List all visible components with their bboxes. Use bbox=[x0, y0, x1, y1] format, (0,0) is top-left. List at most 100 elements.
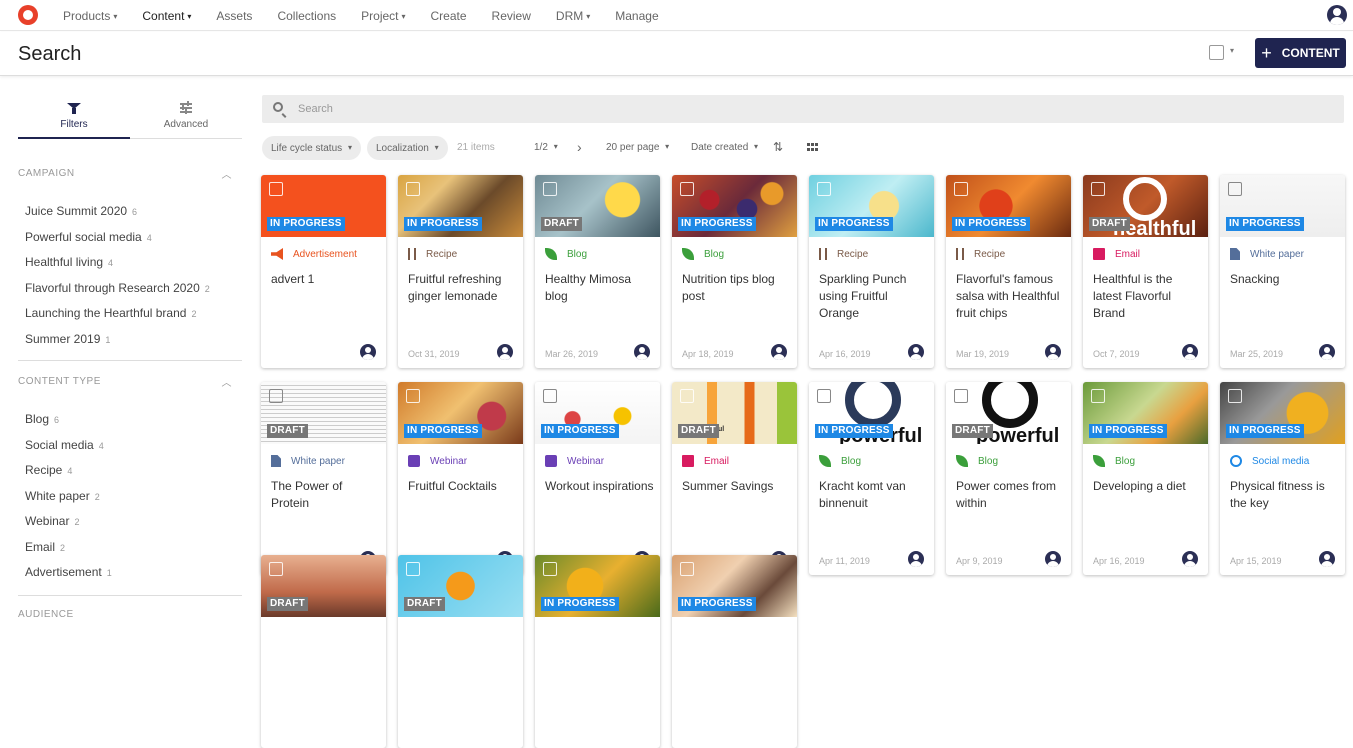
card-select-checkbox[interactable] bbox=[269, 389, 283, 403]
owner-avatar-icon[interactable] bbox=[1182, 551, 1198, 567]
filter-type-social-media[interactable]: Social media 4 bbox=[18, 433, 242, 459]
card-select-checkbox[interactable] bbox=[1091, 389, 1105, 403]
filter-type-email[interactable]: Email 2 bbox=[18, 535, 242, 561]
nav-content[interactable]: Content ▾ bbox=[142, 9, 191, 23]
content-card[interactable]: DRAFT bbox=[398, 555, 523, 748]
card-title[interactable]: Physical fitness is the key bbox=[1230, 478, 1340, 512]
content-card[interactable]: IN PROGRESSWebinarFruitful CocktailsMar … bbox=[398, 382, 523, 575]
owner-avatar-icon[interactable] bbox=[1045, 344, 1061, 360]
sort-direction-icon[interactable]: ⇅ bbox=[773, 140, 783, 154]
audience-heading[interactable]: AUDIENCE bbox=[18, 609, 242, 623]
select-options-caret-icon[interactable]: ▾ bbox=[1230, 46, 1234, 55]
select-all-checkbox[interactable] bbox=[1209, 45, 1224, 60]
search-input[interactable]: Search bbox=[298, 103, 333, 115]
card-thumbnail[interactable]: IN PROGRESS bbox=[946, 175, 1071, 237]
nav-manage[interactable]: Manage bbox=[615, 9, 658, 23]
filter-campaign-powerful-social[interactable]: Powerful social media 4 bbox=[18, 225, 242, 251]
card-title[interactable]: Healthful is the latest Flavorful Brand bbox=[1093, 271, 1203, 322]
card-thumbnail[interactable]: IN PROGRESS bbox=[535, 382, 660, 444]
card-select-checkbox[interactable] bbox=[543, 182, 557, 196]
card-thumbnail[interactable]: IN PROGRESS bbox=[672, 175, 797, 237]
card-select-checkbox[interactable] bbox=[817, 389, 831, 403]
filter-campaign-juice-summit[interactable]: Juice Summit 2020 6 bbox=[18, 199, 242, 225]
card-title[interactable]: Nutrition tips blog post bbox=[682, 271, 792, 305]
card-thumbnail[interactable]: IN PROGRESS bbox=[1083, 382, 1208, 444]
filter-type-advertisement[interactable]: Advertisement 1 bbox=[18, 560, 242, 586]
card-title[interactable]: Fruitful Cocktails bbox=[408, 478, 518, 495]
card-thumbnail[interactable]: IN PROGRESS bbox=[535, 555, 660, 617]
card-select-checkbox[interactable] bbox=[543, 562, 557, 576]
sort-selector[interactable]: Date created ▾ bbox=[691, 142, 758, 153]
content-card[interactable]: healthful DRAFT Email Healthful is the late… bbox=[1083, 175, 1208, 368]
content-card[interactable]: IN PROGRESS bbox=[535, 555, 660, 748]
filter-campaign-healthful-living[interactable]: Healthful living 4 bbox=[18, 250, 242, 276]
card-title[interactable]: Flavorful's famous salsa with Healthful … bbox=[956, 271, 1066, 322]
owner-avatar-icon[interactable] bbox=[634, 344, 650, 360]
nav-review[interactable]: Review bbox=[492, 9, 531, 23]
card-thumbnail[interactable]: IN PROGRESS bbox=[398, 382, 523, 444]
card-title[interactable]: Kracht komt van binnenuit bbox=[819, 478, 929, 512]
content-card[interactable]: DRAFT bbox=[261, 555, 386, 748]
card-title[interactable]: Power comes from within bbox=[956, 478, 1066, 512]
card-select-checkbox[interactable] bbox=[954, 182, 968, 196]
per-page-selector[interactable]: 20 per page ▾ bbox=[606, 142, 669, 153]
content-card[interactable]: IN PROGRESSWebinarWorkout inspirationsAp… bbox=[535, 382, 660, 575]
card-thumbnail[interactable]: IN PROGRESS bbox=[809, 175, 934, 237]
card-select-checkbox[interactable] bbox=[269, 562, 283, 576]
card-thumbnail[interactable]: IN PROGRESS bbox=[1220, 175, 1345, 237]
content-card[interactable]: DRAFT Blog Healthy Mimosa blog Mar 26, 2019 bbox=[535, 175, 660, 368]
content-card[interactable]: DRAFTWhite paperThe Power of ProteinMar … bbox=[261, 382, 386, 575]
card-select-checkbox[interactable] bbox=[269, 182, 283, 196]
nav-create[interactable]: Create bbox=[431, 9, 467, 23]
card-select-checkbox[interactable] bbox=[406, 562, 420, 576]
content-card[interactable]: IN PROGRESS Recipe Flavorful's famous sals… bbox=[946, 175, 1071, 368]
nav-project[interactable]: Project ▾ bbox=[361, 9, 405, 23]
card-select-checkbox[interactable] bbox=[680, 562, 694, 576]
card-title[interactable]: Summer Savings bbox=[682, 478, 792, 495]
tab-filters[interactable]: Filters bbox=[18, 97, 130, 139]
nav-products[interactable]: Products ▾ bbox=[63, 9, 117, 23]
filter-campaign-hearthful-brand[interactable]: Launching the Hearthful brand 2 bbox=[18, 301, 242, 327]
owner-avatar-icon[interactable] bbox=[360, 344, 376, 360]
card-select-checkbox[interactable] bbox=[1228, 389, 1242, 403]
lifecycle-status-filter[interactable]: Life cycle status ▾ bbox=[262, 136, 361, 160]
owner-avatar-icon[interactable] bbox=[1045, 551, 1061, 567]
card-title[interactable]: Fruitful refreshing ginger lemonade bbox=[408, 271, 518, 305]
card-thumbnail[interactable]: IN PROGRESS bbox=[672, 555, 797, 617]
card-title[interactable]: Developing a diet bbox=[1093, 478, 1203, 495]
owner-avatar-icon[interactable] bbox=[1319, 344, 1335, 360]
content-type-heading[interactable]: CONTENT TYPE ︿ bbox=[18, 376, 242, 390]
content-card[interactable]: powerfulIN PROGRESS Blog Kracht komt van b… bbox=[809, 382, 934, 575]
nav-collections[interactable]: Collections bbox=[277, 9, 336, 23]
card-title[interactable]: advert 1 bbox=[271, 271, 381, 288]
card-title[interactable]: The Power of Protein bbox=[271, 478, 381, 512]
filter-campaign-summer-2019[interactable]: Summer 2019 1 bbox=[18, 327, 242, 353]
owner-avatar-icon[interactable] bbox=[771, 344, 787, 360]
card-select-checkbox[interactable] bbox=[1091, 182, 1105, 196]
card-thumbnail[interactable]: DRAFT bbox=[261, 555, 386, 617]
card-thumbnail[interactable]: IN PROGRESS bbox=[261, 175, 386, 237]
grid-view-icon[interactable] bbox=[807, 143, 818, 152]
owner-avatar-icon[interactable] bbox=[1182, 344, 1198, 360]
add-content-button[interactable]: + CONTENT bbox=[1255, 38, 1346, 68]
card-title[interactable]: Healthy Mimosa blog bbox=[545, 271, 655, 305]
owner-avatar-icon[interactable] bbox=[908, 344, 924, 360]
card-select-checkbox[interactable] bbox=[680, 389, 694, 403]
nav-assets[interactable]: Assets bbox=[216, 9, 252, 23]
content-card[interactable]: IN PROGRESS Recipe Fruitful refreshing gin… bbox=[398, 175, 523, 368]
card-thumbnail[interactable]: powerfulIN PROGRESS bbox=[809, 382, 934, 444]
card-select-checkbox[interactable] bbox=[1228, 182, 1242, 196]
card-select-checkbox[interactable] bbox=[954, 389, 968, 403]
next-page-button[interactable]: › bbox=[577, 139, 582, 155]
brand-logo[interactable] bbox=[18, 5, 38, 25]
card-thumbnail[interactable]: fruitfulDRAFT bbox=[672, 382, 797, 444]
card-title[interactable]: Snacking bbox=[1230, 271, 1340, 288]
search-bar[interactable]: Search bbox=[262, 95, 1344, 123]
card-thumbnail[interactable]: healthful DRAFT bbox=[1083, 175, 1208, 237]
content-card[interactable]: IN PROGRESS Social media Physical fitness … bbox=[1220, 382, 1345, 575]
campaign-heading[interactable]: CAMPAIGN ︿ bbox=[18, 168, 242, 182]
filter-type-white-paper[interactable]: White paper 2 bbox=[18, 484, 242, 510]
nav-drm[interactable]: DRM ▾ bbox=[556, 9, 590, 23]
owner-avatar-icon[interactable] bbox=[1319, 551, 1335, 567]
tab-advanced[interactable]: Advanced bbox=[130, 97, 242, 139]
